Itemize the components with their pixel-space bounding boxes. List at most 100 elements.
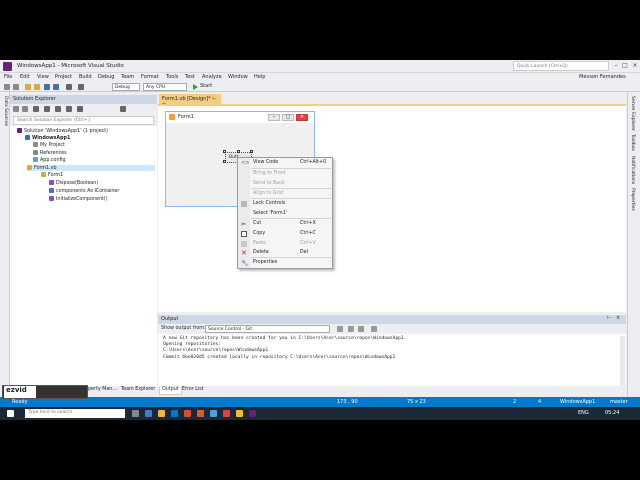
- menu-item-align-to-grid[interactable]: Align to Grid: [253, 191, 283, 196]
- menu-file[interactable]: File: [4, 74, 12, 80]
- back-icon[interactable]: [4, 84, 10, 90]
- publish-count[interactable]: 2: [513, 399, 516, 405]
- properties-tab[interactable]: Properties: [630, 188, 635, 211]
- save-all-icon[interactable]: [53, 84, 59, 90]
- tab-error-list[interactable]: Error List: [180, 387, 206, 395]
- se-properties-icon[interactable]: [120, 106, 126, 112]
- data-sources-tab[interactable]: Data Sources: [3, 96, 8, 126]
- redo-icon[interactable]: [78, 84, 84, 90]
- resize-handle[interactable]: [237, 150, 240, 153]
- menu-item-bring-to-front[interactable]: Bring to Front: [253, 171, 286, 176]
- notifications-tab[interactable]: Notifications: [630, 156, 635, 184]
- se-back-icon[interactable]: [13, 106, 19, 112]
- tree-item-my-project[interactable]: My Project: [33, 142, 65, 148]
- save-icon[interactable]: [44, 84, 50, 90]
- app-icon[interactable]: [184, 410, 191, 417]
- clear-all-icon[interactable]: [358, 326, 364, 332]
- tree-item-components[interactable]: components As IContainer: [49, 188, 119, 194]
- se-forward-icon[interactable]: [22, 106, 28, 112]
- se-sync-icon[interactable]: [44, 106, 50, 112]
- menu-project[interactable]: Project: [55, 74, 72, 80]
- edge-icon[interactable]: [145, 410, 152, 417]
- menu-help[interactable]: Help: [254, 74, 265, 80]
- output-text-area[interactable]: [158, 334, 626, 386]
- se-refresh-icon[interactable]: [55, 106, 61, 112]
- quick-launch-input[interactable]: Quick Launch (Ctrl+Q): [513, 61, 609, 71]
- se-show-all-icon[interactable]: [77, 106, 83, 112]
- find-message-icon[interactable]: [337, 326, 343, 332]
- tree-item-references[interactable]: References: [33, 150, 67, 156]
- app-icon[interactable]: [223, 410, 230, 417]
- output-source-select[interactable]: Source Control - Git: [205, 325, 330, 333]
- visual-studio-taskbar-icon[interactable]: [249, 410, 256, 417]
- tree-item-initialize-component[interactable]: InitializeComponent(): [49, 196, 108, 202]
- menu-test[interactable]: Test: [185, 74, 195, 80]
- undo-icon[interactable]: [66, 84, 72, 90]
- toolbox-tab[interactable]: Toolbox: [630, 134, 635, 151]
- word-wrap-icon[interactable]: [371, 326, 377, 332]
- chrome-icon[interactable]: [236, 410, 243, 417]
- forward-icon[interactable]: [13, 84, 19, 90]
- menu-team[interactable]: Team: [121, 74, 134, 80]
- tab-team-explorer[interactable]: Team Explorer: [121, 387, 155, 392]
- menu-item-lock-controls[interactable]: Lock Controls: [253, 201, 285, 206]
- tree-item-form1-vb[interactable]: Form1.vb: [27, 165, 155, 171]
- resize-handle[interactable]: [223, 160, 226, 163]
- language-indicator[interactable]: ENG: [578, 410, 589, 416]
- windows-start-icon[interactable]: [7, 410, 14, 417]
- store-icon[interactable]: [171, 410, 178, 417]
- tree-item-solution[interactable]: Solution 'WindowsApp1' (1 project): [17, 128, 108, 134]
- menu-item-properties[interactable]: Properties: [253, 260, 277, 265]
- open-file-icon[interactable]: [34, 84, 40, 90]
- taskbar-search[interactable]: Type here to search: [25, 409, 125, 418]
- file-explorer-icon[interactable]: [158, 410, 165, 417]
- menu-item-view-code[interactable]: View Code: [253, 160, 278, 165]
- menu-item-cut[interactable]: Cut: [253, 221, 261, 226]
- solution-explorer-search[interactable]: Search Solution Explorer (Ctrl+;): [13, 116, 154, 125]
- clock[interactable]: 05:24: [605, 410, 619, 416]
- resize-handle[interactable]: [250, 150, 253, 153]
- pending-changes-count[interactable]: 4: [538, 399, 541, 405]
- menu-item-select-form1[interactable]: Select 'Form1': [253, 211, 287, 216]
- user-name[interactable]: Mevson Fernandes: [579, 74, 626, 80]
- menu-window[interactable]: Window: [228, 74, 248, 80]
- output-close-icon[interactable]: ×: [616, 315, 620, 321]
- output-scrollbar[interactable]: [620, 336, 625, 386]
- app-icon[interactable]: [210, 410, 217, 417]
- menu-format[interactable]: Format: [141, 74, 159, 80]
- se-home-icon[interactable]: [33, 106, 39, 112]
- task-view-icon[interactable]: [132, 410, 139, 417]
- platform-select[interactable]: Any CPU: [143, 83, 187, 91]
- app-icon[interactable]: [197, 410, 204, 417]
- menu-view[interactable]: View: [37, 74, 49, 80]
- menu-item-copy[interactable]: Copy: [253, 231, 265, 236]
- start-button[interactable]: Start: [200, 83, 212, 89]
- tab-property-manager[interactable]: perty Man...: [88, 387, 117, 392]
- menu-item-send-to-back[interactable]: Send to Back: [253, 181, 285, 186]
- maximize-button[interactable]: □: [620, 61, 630, 71]
- tab-form1-design[interactable]: Form1.vb [Design]* ⊢ ×: [159, 94, 221, 108]
- menu-item-paste[interactable]: Paste: [253, 241, 266, 246]
- prev-message-icon[interactable]: [348, 326, 354, 332]
- pin-icon[interactable]: ⊢: [212, 96, 216, 102]
- menu-analyze[interactable]: Analyze: [202, 74, 222, 80]
- close-window-button[interactable]: ×: [630, 61, 640, 71]
- menu-build[interactable]: Build: [79, 74, 92, 80]
- branch-name[interactable]: master: [610, 399, 628, 405]
- new-project-icon[interactable]: [25, 84, 31, 90]
- menu-item-delete[interactable]: Delete: [253, 250, 269, 255]
- tree-item-form1-class[interactable]: Form1: [41, 172, 63, 178]
- menu-tools[interactable]: Tools: [166, 74, 178, 80]
- se-collapse-icon[interactable]: [66, 106, 72, 112]
- output-pin-icon[interactable]: ⊢: [607, 315, 611, 321]
- server-explorer-tab[interactable]: Server Explorer: [630, 96, 635, 131]
- configuration-select[interactable]: Debug: [112, 83, 140, 91]
- tree-item-dispose[interactable]: Dispose(Boolean): [49, 180, 98, 186]
- repository-name[interactable]: WindowsApp1: [560, 399, 595, 405]
- tab-output[interactable]: Output: [159, 387, 182, 395]
- menu-debug[interactable]: Debug: [98, 74, 114, 80]
- start-icon[interactable]: [193, 84, 198, 90]
- tree-item-project[interactable]: WindowsApp1: [25, 135, 70, 141]
- resize-handle[interactable]: [223, 150, 226, 153]
- menu-edit[interactable]: Edit: [20, 74, 30, 80]
